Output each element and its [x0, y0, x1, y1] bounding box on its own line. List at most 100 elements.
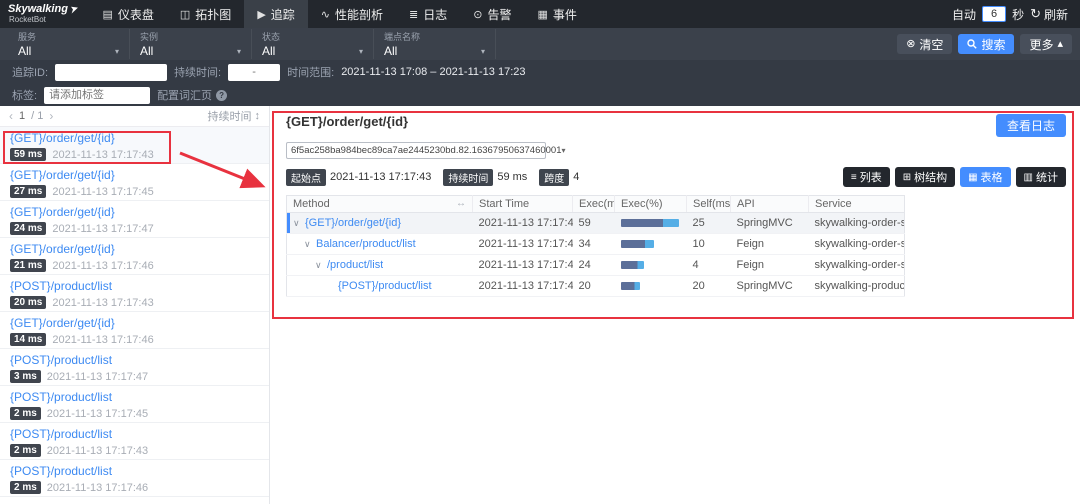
span-table-header-row: Method ↔ Start Time Exec(ms) Exec(%) Sel… [287, 196, 905, 213]
trace-endpoint-name: {POST}/product/list [10, 427, 259, 441]
trace-duration-badge: 14 ms [10, 333, 46, 346]
span-start-time: 2021-11-13 17:17:43 [473, 213, 573, 234]
nav-item[interactable]: ∿ 性能剖析 [308, 0, 396, 28]
view-mode-button[interactable]: ▥ 统计 [1016, 167, 1066, 187]
view-logs-button[interactable]: 查看日志 [996, 114, 1066, 137]
filter-select[interactable]: 端点名称 All ▾ [374, 29, 496, 59]
span-service[interactable]: skywalking-order-serv... [809, 255, 905, 276]
span-service[interactable]: skywalking-order-serv... [809, 213, 905, 234]
span-service[interactable]: skywalking-order-serv... [809, 234, 905, 255]
col-header-exec-pct: Exec(%) [615, 196, 687, 213]
chevron-down-icon: ▾ [359, 47, 363, 56]
nav-item-icon: ▤ [102, 8, 112, 21]
view-mode-button[interactable]: ▦ 表格 [960, 167, 1010, 187]
trace-meta-badge: 持续时间 59 ms [443, 169, 527, 186]
trace-list-item[interactable]: {GET}/order/get/{id} 27 ms 2021-11-13 17… [0, 164, 269, 201]
sort-by-duration[interactable]: 持续时间 ↕ [208, 108, 261, 124]
nav-item[interactable]: ▦ 事件 [525, 0, 590, 28]
filter-select[interactable]: 状态 All ▾ [252, 29, 374, 59]
span-service[interactable]: skywalking-product-s... [809, 276, 905, 297]
tag-help[interactable]: 配置词汇页 ? [157, 87, 227, 103]
view-mode-button[interactable]: ≡ 列表 [843, 167, 890, 187]
badge-value: 2021-11-13 17:17:43 [330, 171, 431, 183]
nav-item[interactable]: ▶ 追踪 [244, 0, 307, 28]
trace-timestamp: 2021-11-13 17:17:47 [52, 223, 153, 235]
trace-list-item[interactable]: {GET}/order/get/{id} 14 ms 2021-11-13 17… [0, 312, 269, 349]
skywalking-trace-page: Skywalking ➤ RocketBot ▤ 仪表盘 ◫ 拓扑图 ▶ 追踪 [0, 0, 1080, 504]
tag-input[interactable] [44, 87, 150, 104]
auto-refresh-controls: 自动 秒 ↻ 刷新 [952, 0, 1080, 28]
span-start-time: 2021-11-13 17:17:43 [473, 234, 573, 255]
nav-item-label: 拓扑图 [195, 6, 231, 23]
refresh-button[interactable]: ↻ 刷新 [1030, 6, 1068, 23]
trace-list-item[interactable]: {GET}/order/get/{id} 21 ms 2021-11-13 17… [0, 238, 269, 275]
filter-select-value: All [18, 44, 31, 58]
trace-list-item[interactable]: {POST}/product/list 20 ms 2021-11-13 17:… [0, 275, 269, 312]
collapse-icon[interactable]: ∨ [293, 218, 305, 229]
trace-duration-badge: 20 ms [10, 296, 46, 309]
nav-item-icon: ⊙ [473, 8, 482, 21]
refresh-label: 刷新 [1044, 6, 1068, 23]
view-mode-button[interactable]: ⊞ 树结构 [895, 167, 955, 187]
badge-label: 持续时间 [443, 169, 493, 186]
span-method: /product/list [327, 259, 383, 271]
trace-id-input[interactable] [55, 64, 167, 81]
trace-detail-title: {GET}/order/get/{id} [286, 114, 408, 129]
span-method: {POST}/product/list [338, 280, 432, 292]
chevron-down-icon: ▾ [562, 146, 566, 155]
view-mode-icon: ≡ [851, 172, 857, 183]
nav-item[interactable]: ⊙ 告警 [460, 0, 524, 28]
app-logo[interactable]: Skywalking ➤ RocketBot [0, 0, 89, 28]
collapse-icon[interactable]: ∨ [304, 239, 316, 250]
exec-percent-bar [621, 240, 655, 248]
nav-item-icon: ▶ [257, 8, 265, 21]
span-row[interactable]: {POST}/product/list 2021-11-13 17:17:43 … [287, 276, 905, 297]
trace-duration-badge: 2 ms [10, 481, 41, 494]
filter-select[interactable]: 服务 All ▾ [8, 29, 130, 59]
trace-list-item[interactable]: {POST}/product/list 2 ms 2021-11-13 17:1… [0, 460, 269, 497]
trace-list-item[interactable]: {POST}/product/list 2 ms 2021-11-13 17:1… [0, 423, 269, 460]
auto-unit-label: 秒 [1012, 6, 1024, 23]
auto-refresh-interval-input[interactable] [982, 6, 1006, 22]
span-api: Feign [731, 255, 809, 276]
col-header-self-ms: Self(ms) [687, 196, 731, 213]
span-api: SpringMVC [731, 213, 809, 234]
nav-item-icon: ▦ [538, 8, 548, 21]
duration-input[interactable] [228, 64, 280, 81]
trace-list-item[interactable]: {POST}/product/list 2 ms 2021-11-13 17:1… [0, 386, 269, 423]
span-self-ms: 4 [687, 255, 731, 276]
trace-list-panel: ‹ 1 / 1 › 持续时间 ↕ {GET}/order/get/{id} 59… [0, 106, 270, 504]
trace-list-item[interactable]: {GET}/order/get/{id} 59 ms 2021-11-13 17… [0, 127, 269, 164]
span-exec-ms: 20 [573, 276, 615, 297]
trace-timestamp: 2021-11-13 17:17:45 [52, 186, 153, 198]
nav-item[interactable]: ≣ 日志 [396, 0, 460, 28]
prev-page-button[interactable]: ‹ [9, 109, 13, 123]
trace-list-item[interactable]: {GET}/order/get/{id} 24 ms 2021-11-13 17… [0, 201, 269, 238]
span-row[interactable]: ∨ /product/list 2021-11-13 17:17:43 24 4… [287, 255, 905, 276]
trace-endpoint-name: {GET}/order/get/{id} [10, 131, 259, 145]
nav-item[interactable]: ◫ 拓扑图 [167, 0, 244, 28]
sort-icon: ↕ [255, 110, 261, 122]
span-row[interactable]: ∨ {GET}/order/get/{id} 2021-11-13 17:17:… [287, 213, 905, 234]
nav-item-label: 性能剖析 [335, 6, 383, 23]
next-page-button[interactable]: › [49, 109, 53, 123]
more-button[interactable]: 更多 ▴ [1020, 34, 1072, 54]
search-button[interactable]: 搜索 [958, 34, 1014, 54]
clear-button[interactable]: ⊗ 清空 [897, 34, 952, 54]
nav-item-icon: ◫ [180, 8, 190, 21]
filter-select[interactable]: 实例 All ▾ [130, 29, 252, 59]
tag-help-label: 配置词汇页 [157, 87, 212, 103]
total-pages: / 1 [31, 110, 43, 122]
column-resize-icon[interactable]: ↔ [456, 198, 466, 209]
nav-item[interactable]: ▤ 仪表盘 [89, 0, 166, 28]
collapse-icon[interactable]: ∨ [315, 260, 327, 271]
trace-meta-badge: 跨度 4 [539, 169, 579, 186]
time-range-value[interactable]: 2021-11-13 17:08 – 2021-11-13 17:23 [341, 66, 525, 78]
trace-duration-badge: 2 ms [10, 444, 41, 457]
refresh-icon: ↻ [1030, 6, 1041, 22]
span-row[interactable]: ∨ Balancer/product/list 2021-11-13 17:17… [287, 234, 905, 255]
trace-list-item[interactable]: {POST}/product/list 3 ms 2021-11-13 17:1… [0, 349, 269, 386]
trace-endpoint-name: {POST}/product/list [10, 390, 259, 404]
trace-id-select[interactable]: 6f5ac258ba984bec89ca7ae2445230bd.82.1636… [286, 142, 546, 159]
span-method: Balancer/product/list [316, 238, 416, 250]
